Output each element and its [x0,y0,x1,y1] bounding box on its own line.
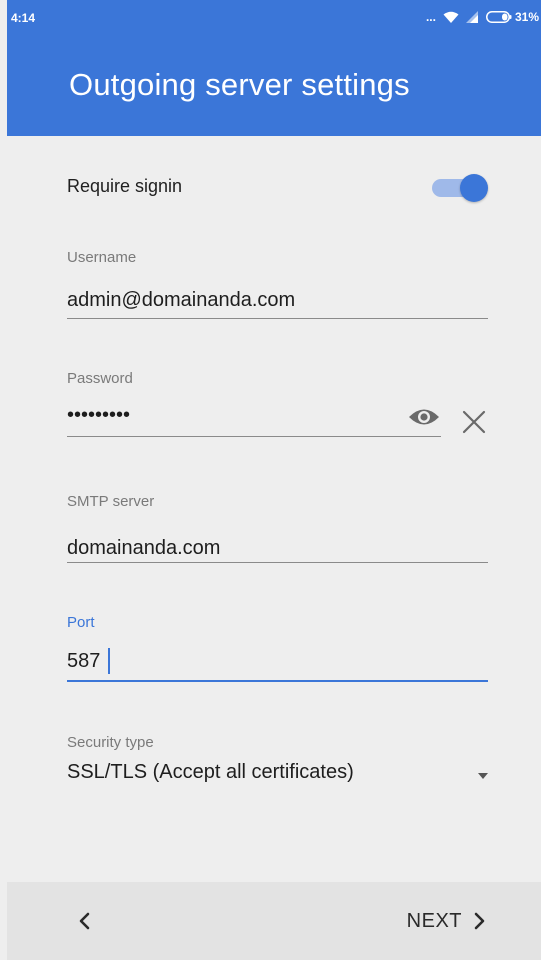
password-underline [67,436,441,437]
page-title: Outgoing server settings [69,67,410,102]
wifi-icon [443,11,459,23]
battery-icon [485,11,512,23]
dropdown-arrow-icon[interactable] [478,772,488,780]
username-label: Username [67,249,137,266]
eye-icon[interactable] [407,403,441,431]
password-label: Password [67,370,133,387]
username-underline [67,318,488,319]
status-bar: 4:14 ... 31% [7,0,541,40]
username-input[interactable]: admin@domainanda.com [67,289,295,312]
text-cursor [108,648,110,674]
port-input[interactable]: 587 [67,650,100,673]
bottom-navigation-bar: NEXT [7,882,541,960]
chevron-left-icon [79,912,90,930]
next-button[interactable]: NEXT [407,906,486,936]
require-signin-toggle[interactable] [432,173,488,203]
port-underline [67,680,488,682]
next-button-label: NEXT [406,909,462,932]
status-time: 4:14 [11,11,36,25]
chevron-right-icon [474,912,485,930]
status-icons: ... 31% [426,10,539,24]
close-icon[interactable] [459,407,489,437]
security-type-label: Security type [67,734,154,751]
password-input[interactable]: ••••••••• [67,404,130,427]
smtp-server-underline [67,562,488,563]
require-signin-label: Require signin [67,176,183,196]
back-button[interactable] [71,905,101,937]
app-bar: 4:14 ... 31% Outgoing server settings [7,0,541,136]
smtp-server-label: SMTP server [67,493,155,510]
more-notifications-indicator: ... [425,10,436,24]
toggle-knob [460,174,488,202]
signal-icon [465,11,478,23]
battery-indicator: 31% [485,10,539,24]
port-label: Port [67,614,95,631]
battery-percent: 31% [514,10,539,24]
security-type-select[interactable]: SSL/TLS (Accept all certificates) [67,761,354,784]
smtp-server-input[interactable]: domainanda.com [67,537,220,560]
